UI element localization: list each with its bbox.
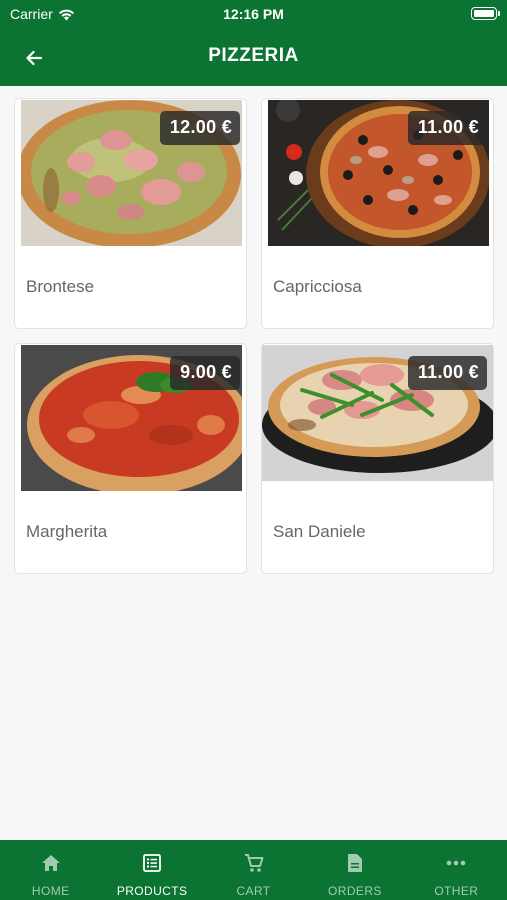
product-card-brontese[interactable]: 12.00 € Brontese	[14, 98, 247, 329]
price-badge: 11.00 €	[407, 356, 487, 390]
tab-label: CART	[236, 884, 271, 898]
product-card-san-daniele[interactable]: 11.00 € San Daniele	[261, 343, 494, 574]
tab-other[interactable]: OTHER	[406, 840, 507, 900]
tab-label: OTHER	[434, 884, 479, 898]
list-icon	[141, 852, 163, 874]
nav-bar: PIZZERIA	[0, 30, 507, 86]
tab-products[interactable]: PRODUCTS	[101, 840, 202, 900]
product-name: Capricciosa	[273, 277, 362, 296]
status-bar: Carrier 12:16 PM	[0, 0, 507, 30]
status-time: 12:16 PM	[223, 6, 284, 22]
page-title: PIZZERIA	[208, 45, 299, 66]
price-badge: 12.00 €	[159, 111, 240, 145]
product-grid: 12.00 € Brontese 11.00 € Capricciosa 9.0…	[14, 98, 494, 574]
document-icon	[344, 852, 366, 874]
tab-label: HOME	[31, 884, 70, 898]
product-name: San Daniele	[273, 522, 366, 541]
tab-label: PRODUCTS	[116, 884, 188, 898]
tab-cart[interactable]: CART	[203, 840, 304, 900]
tab-bar: HOME PRODUCTS CART ORDERS OTHER	[0, 840, 507, 900]
product-card-margherita[interactable]: 9.00 € Margherita	[14, 343, 247, 574]
price-badge: 11.00 €	[407, 111, 487, 145]
product-card-capricciosa[interactable]: 11.00 € Capricciosa	[261, 98, 494, 329]
battery-icon	[471, 7, 500, 20]
tab-orders[interactable]: ORDERS	[304, 840, 405, 900]
product-name: Brontese	[26, 277, 95, 296]
cart-icon	[243, 852, 265, 874]
home-icon	[40, 852, 62, 874]
tab-label: ORDERS	[328, 884, 382, 898]
price-badge: 9.00 €	[170, 356, 240, 390]
more-icon	[445, 852, 467, 874]
product-name: Margherita	[26, 522, 108, 541]
tab-home[interactable]: HOME	[0, 840, 101, 900]
